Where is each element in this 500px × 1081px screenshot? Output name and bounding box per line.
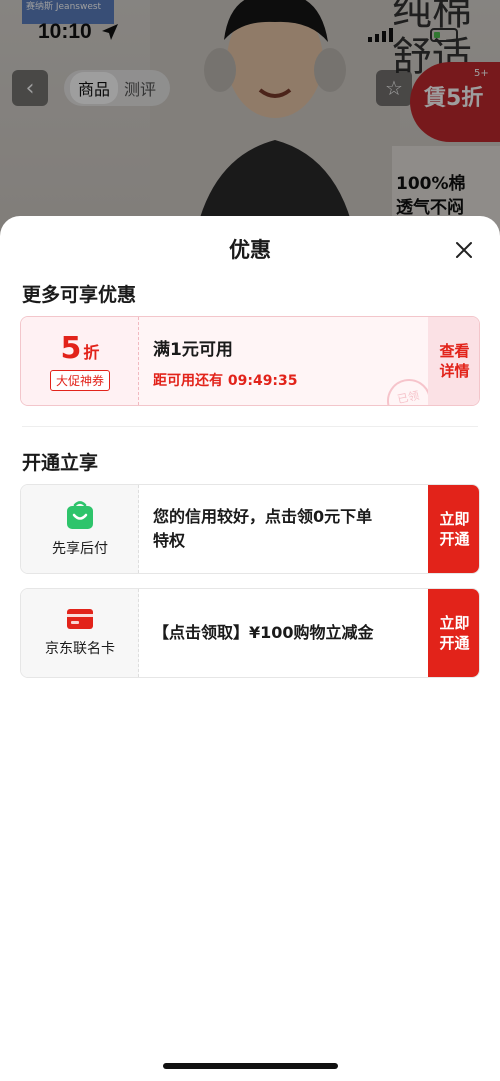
view-details-button[interactable]: 查看 详情	[428, 317, 479, 405]
close-icon	[456, 242, 472, 258]
coupon-tag: 大促神券	[49, 370, 110, 391]
coupon-divider	[138, 317, 139, 405]
service-description-line: 特权	[153, 531, 186, 550]
shopping-bag-icon	[67, 501, 93, 529]
credit-card-icon	[67, 609, 93, 629]
coupon-value-number: 5	[60, 331, 82, 366]
activate-line: 开通	[439, 530, 470, 548]
section-title-activate: 开通立享	[22, 452, 99, 474]
view-details-line: 详情	[439, 362, 470, 380]
service-row-pay-later[interactable]: 先享后付 您的信用较好，点击领0元下单 特权 立即 开通	[20, 484, 480, 574]
service-name: 先享后付	[52, 541, 108, 557]
coupon-countdown: 距可用还有 09:49:35	[153, 373, 298, 389]
coupon-value-unit: 折	[83, 343, 100, 362]
discount-sheet: 优惠 更多可享优惠 5 折 大促神券 满1元可用 距可用还有 09:49:35 …	[0, 216, 500, 1081]
service-brand: 京东联名卡	[21, 589, 139, 677]
service-row-co-brand-card[interactable]: 京东联名卡 【点击领取】¥100购物立减金 立即 开通	[20, 588, 480, 678]
activate-button[interactable]: 立即 开通	[428, 485, 479, 573]
service-brand: 先享后付	[21, 485, 139, 573]
close-button[interactable]	[450, 236, 478, 264]
sheet-title: 优惠	[229, 238, 271, 262]
coupon-value: 5 折	[61, 331, 100, 366]
view-details-line: 查看	[439, 342, 470, 360]
service-name: 京东联名卡	[45, 641, 115, 657]
section-title-more-discounts: 更多可享优惠	[22, 284, 137, 306]
service-divider	[138, 485, 139, 573]
service-description-line: 您的信用较好，点击领0元下单	[153, 507, 373, 526]
activate-button[interactable]: 立即 开通	[428, 589, 479, 677]
home-indicator[interactable]	[163, 1063, 338, 1069]
service-description-line: 【点击领取】¥100购物立减金	[153, 623, 374, 642]
service-description: 您的信用较好，点击领0元下单 特权	[153, 505, 423, 553]
activate-line: 立即	[439, 614, 470, 632]
service-description: 【点击领取】¥100购物立减金	[153, 621, 423, 645]
activate-line: 立即	[439, 510, 470, 528]
coupon-info: 满1元可用 距可用还有 09:49:35	[153, 335, 423, 390]
section-divider	[22, 426, 478, 427]
coupon-condition: 满1元可用	[153, 340, 233, 360]
coupon-value-block: 5 折 大促神券	[21, 317, 139, 405]
coupon-card[interactable]: 5 折 大促神券 满1元可用 距可用还有 09:49:35 已领 查看 详情	[20, 316, 480, 406]
service-divider	[138, 589, 139, 677]
activate-line: 开通	[439, 634, 470, 652]
